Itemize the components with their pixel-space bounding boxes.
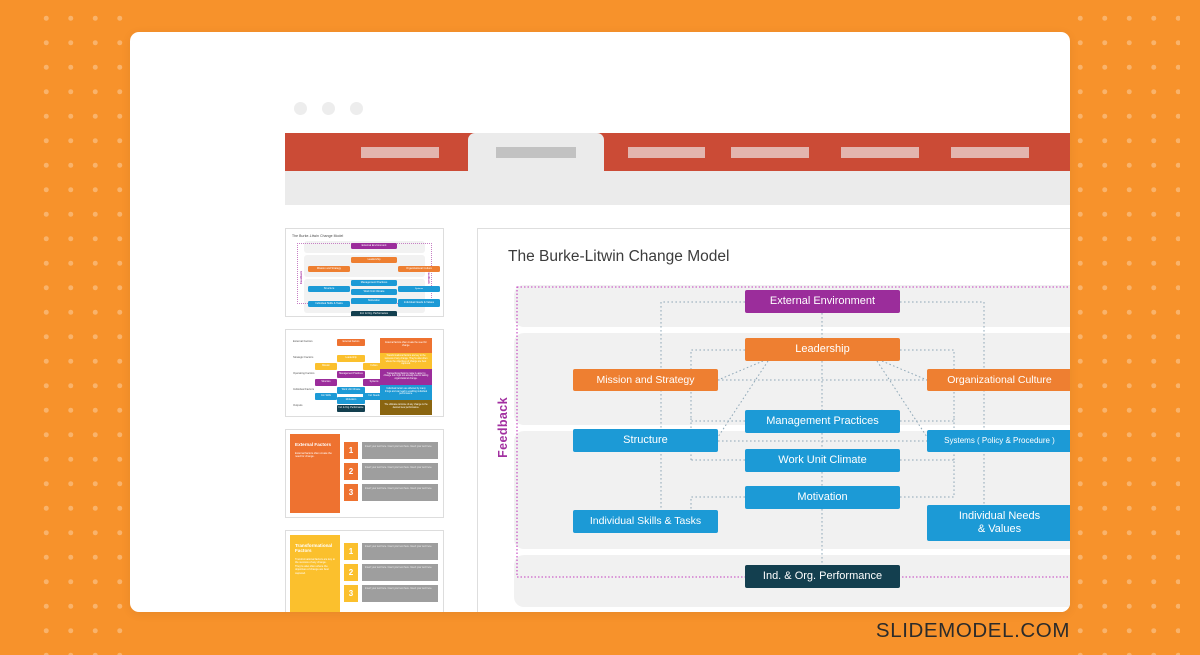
thumb3-heading: External Factors [295,442,331,447]
item-text: Insert your text here. Insert your text … [362,563,438,581]
thumb4-heading: Transformational Factors [295,542,333,554]
item-number: 3 [344,584,358,602]
tab-3[interactable] [628,133,705,171]
close-dot[interactable] [294,102,307,115]
t2-panel: Individual factors are affected by many … [380,384,432,400]
node-external-environment[interactable]: External Environment [745,290,900,313]
tab-label-placeholder [496,146,576,158]
thumbnail-title: The Burke-Litwin Change Model [292,234,344,238]
thumb4-body: Transformational factors are key to the … [295,557,335,575]
node-individual-needs-values[interactable]: Individual Needs & Values [927,505,1070,541]
tab-6[interactable] [950,133,1030,171]
thumbnail-burke-litwin[interactable]: The Burke-Litwin Change Model Feedback F… [285,228,444,317]
tab-label-placeholder [628,146,705,158]
node-motivation[interactable]: Motivation [745,486,900,509]
t2-panel: Transformational factors are key to the … [380,352,432,369]
app-ribbon [285,133,1070,205]
node-mission-and-strategy[interactable]: Mission and Strategy [573,369,718,391]
t2-row-label: Strategic Factors [293,355,314,359]
item-number: 3 [344,484,358,501]
item-text: Insert your text here. Insert your text … [362,542,438,560]
browser-window: The Burke-Litwin Change Model Feedback F… [130,32,1070,612]
item-number: 1 [344,442,358,459]
t2-row-label: External Factors [293,339,313,343]
item-text: Insert your text here. Insert your text … [362,584,438,602]
thumb3-items: 1 Insert your text here. Insert your tex… [344,434,438,513]
list-item: 3 Insert your text here. Insert your tex… [344,584,438,602]
item-number: 1 [344,542,358,560]
tab-2[interactable] [468,133,604,171]
page-title: The Burke-Litwin Change Model [508,248,730,265]
item-number: 2 [344,463,358,480]
item-number: 2 [344,563,358,581]
slide-canvas[interactable]: The Burke-Litwin Change Model Feedback E… [477,228,1070,612]
t2-panel: External factors often create the need f… [380,337,432,353]
brand-watermark: SLIDEMODEL.COM [875,619,1070,642]
node-performance[interactable]: Ind. & Org. Performance [745,565,900,588]
tab-5[interactable] [840,133,919,171]
tab-1[interactable] [358,133,441,171]
window-controls [294,102,363,115]
tab-label-placeholder [731,146,809,158]
item-text: Insert your text here. Insert your text … [362,442,438,459]
tab-4[interactable] [730,133,810,171]
page-root: The Burke-Litwin Change Model Feedback F… [0,0,1200,655]
thumbnail-external-factors[interactable]: External Factors External factors often … [285,429,444,518]
thumb4-items: 1 Insert your text here. Insert your tex… [344,535,438,613]
list-item: 2 Insert your text here. Insert your tex… [344,463,438,480]
dot-pattern-left [28,0,138,655]
tab-label-placeholder [951,146,1029,158]
tab-label-placeholder [840,146,919,158]
t2-panel: The ultimate outcome of any change is th… [380,399,432,415]
node-organizational-culture[interactable]: Organizational Culture [927,369,1070,391]
thumb4-left-panel: Transformational Factors Transformationa… [290,534,340,612]
node-individual-skills-tasks[interactable]: Individual Skills & Tasks [573,510,718,533]
tab-label-placeholder [360,146,439,158]
node-systems[interactable]: Systems ( Policy & Procedure ) [927,430,1070,452]
thumbnail-transformational-factors[interactable]: Transformational Factors Transformationa… [285,529,444,613]
t2-row-label: Individual Factors [293,387,315,391]
node-work-unit-climate[interactable]: Work Unit Climate [745,449,900,472]
thumb3-left-panel: External Factors External factors often … [290,434,340,513]
t2-panel: Transactional factors make it easier to … [380,368,432,385]
list-item: 2 Insert your text here. Insert your tex… [344,563,438,581]
app-body: The Burke-Litwin Change Model Feedback F… [285,228,1070,612]
thumbnail-mini-diagram: Feedback Feedback External Environment L… [294,241,440,316]
minimize-dot[interactable] [322,102,335,115]
node-leadership[interactable]: Leadership [745,338,900,361]
thumbnail-factors-matrix[interactable]: External Factors Strategic Factors Opera… [285,328,444,417]
list-item: 3 Insert your text here. Insert your tex… [344,484,438,501]
t2-row-label: Operating Factors [293,371,315,375]
list-item: 1 Insert your text here. Insert your tex… [344,442,438,459]
maximize-dot[interactable] [350,102,363,115]
node-structure[interactable]: Structure [573,429,718,452]
t2-row-label: Outputs [293,403,303,407]
list-item: 1 Insert your text here. Insert your tex… [344,542,438,560]
item-text: Insert your text here. Insert your text … [362,484,438,501]
feedback-label-left: Feedback [496,397,510,458]
burke-litwin-diagram: Feedback Feedback External Environment L… [478,277,1070,612]
item-text: Insert your text here. Insert your text … [362,463,438,480]
node-management-practices[interactable]: Management Practices [745,410,900,433]
dot-pattern-right [1062,0,1180,655]
slide-thumbnail-rail[interactable]: The Burke-Litwin Change Model Feedback F… [285,228,445,612]
thumb3-body: External factors often create the need f… [295,451,332,459]
